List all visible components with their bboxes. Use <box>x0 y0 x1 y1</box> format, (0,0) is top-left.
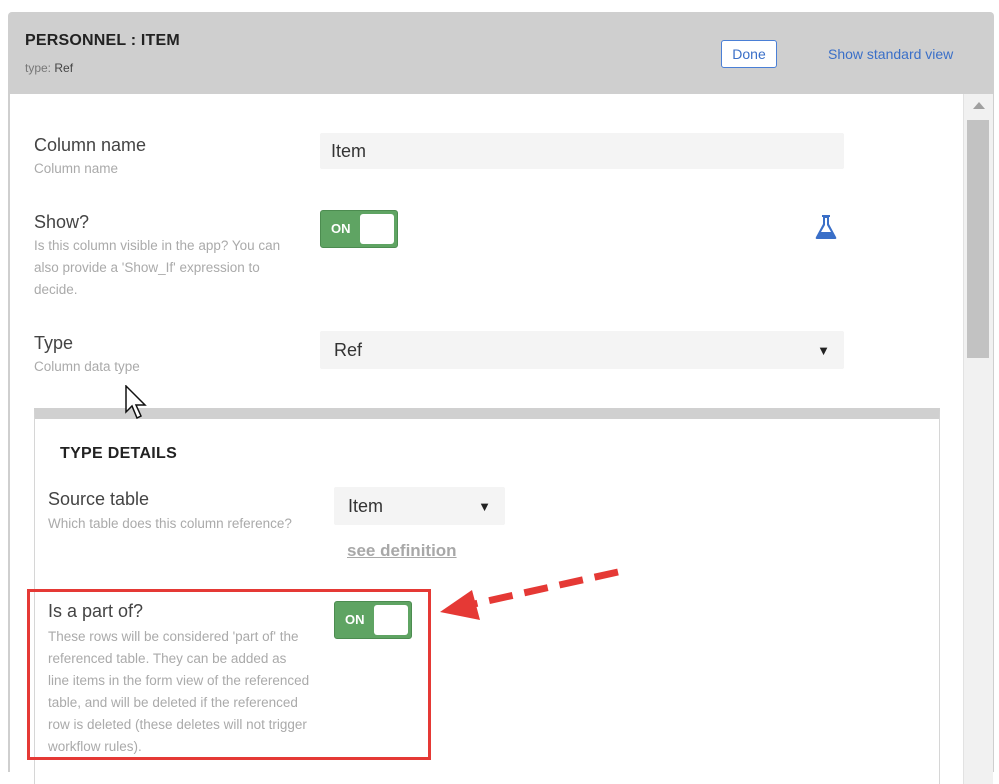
type-hint: Column data type <box>34 359 140 374</box>
mouse-pointer-icon <box>125 385 147 420</box>
done-button[interactable]: Done <box>721 40 777 68</box>
column-name-input[interactable] <box>320 133 844 169</box>
vertical-scrollbar[interactable] <box>963 94 993 784</box>
show-toggle-state: ON <box>331 221 351 236</box>
see-definition-link[interactable]: see definition <box>347 541 457 561</box>
type-select-value: Ref <box>334 339 363 360</box>
scroll-thumb[interactable] <box>967 120 989 358</box>
source-table-select[interactable]: Item ▼ <box>334 487 505 525</box>
flask-icon[interactable] <box>815 214 837 240</box>
dialog-title: PERSONNEL : ITEM <box>25 32 180 49</box>
type-details-title: TYPE DETAILS <box>60 445 178 462</box>
type-label: Type <box>34 333 74 353</box>
type-value: Ref <box>54 61 74 75</box>
source-table-value: Item <box>348 495 384 516</box>
toggle-knob <box>360 214 394 244</box>
source-table-label: Source table <box>48 489 150 509</box>
source-table-hint: Which table does this column reference? <box>48 516 292 531</box>
type-prefix: type: <box>25 61 55 75</box>
caret-down-icon: ▼ <box>478 498 491 514</box>
column-name-hint: Column name <box>34 161 119 176</box>
column-name-label: Column name <box>34 135 147 155</box>
show-toggle[interactable]: ON <box>320 210 398 248</box>
caret-down-icon: ▼ <box>817 342 830 358</box>
dashed-arrow-icon <box>440 568 619 620</box>
column-type-subtitle: type: Ref <box>25 61 73 75</box>
show-standard-view-link[interactable]: Show standard view <box>828 46 953 62</box>
type-select[interactable]: Ref ▼ <box>320 331 844 369</box>
dialog-header: PERSONNEL : ITEM type: Ref Done Show sta… <box>8 12 994 94</box>
show-hint: Is this column visible in the app? You c… <box>34 238 281 297</box>
annotation-highlight-box <box>27 589 431 760</box>
scroll-up-arrow-icon[interactable] <box>973 102 985 109</box>
show-label: Show? <box>34 212 90 232</box>
